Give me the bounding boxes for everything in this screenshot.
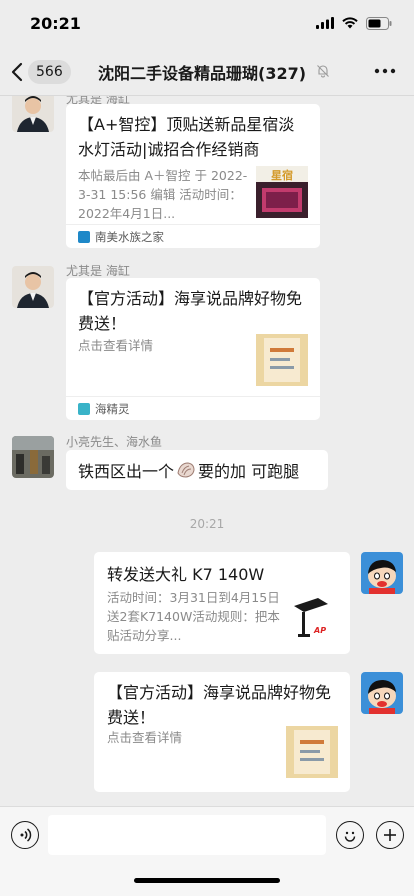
card-title: 【官方活动】海享说品牌好物免费送！ [107,683,332,727]
mute-bell-icon [317,65,329,78]
my-avatar[interactable] [361,552,403,594]
sender-name: 小亮先生、海水鱼 [66,435,163,449]
chat-header: 566 沈阳二手设备精品珊瑚(327) [0,46,414,96]
card-description: 点击查看详情 [78,338,154,353]
source-name: 南美水族之家 [95,229,164,244]
product-thumbnail-icon [256,334,308,386]
gym-photo-avatar-icon [12,436,54,478]
card-thumbnail: AP [288,590,340,642]
message-input[interactable] [48,815,326,855]
card-description: 活动时间：3月31日到4月15日送2套K7140W活动规则：把本贴活动分享... [107,590,280,643]
card-description: 点击查看详情 [107,730,183,745]
battery-icon [366,16,392,30]
emoji-button[interactable] [336,821,364,849]
status-time: 20:21 [30,14,81,33]
avatar[interactable] [12,436,54,478]
status-icons [316,15,392,31]
my-avatar[interactable] [361,672,403,714]
message-text-end: 要的加 可跑腿 [198,462,300,481]
message-text: 铁西区出一个 [78,462,175,481]
cartoon-boy-avatar-icon [361,552,403,594]
avatar[interactable] [12,96,54,132]
wifi-icon [342,17,358,29]
card-title: 转发送大礼 K7 140W [107,565,265,584]
back-button[interactable]: 566 [10,59,74,85]
card-title: 【官方活动】海享说品牌好物免费送！ [78,289,303,333]
avatar[interactable] [12,266,54,308]
card-thumbnail [256,334,308,386]
card-title: 【A+智控】顶贴送新品星宿淡水灯活动|诚招合作经销商 [78,115,295,159]
link-card[interactable]: 【官方活动】海享说品牌好物免费送！ 点击查看详情 海精灵 [66,278,320,420]
thumbnail-label: 星宿 [271,169,293,182]
source-logo-icon [78,402,90,415]
signal-icon [316,17,334,29]
person-avatar-icon [12,266,54,308]
card-source: 南美水族之家 [66,224,320,248]
link-card[interactable]: 【A+智控】顶贴送新品星宿淡水灯活动|诚招合作经销商 本帖最后由 A＋智控 于 … [66,104,320,248]
sender-name: 尤其是 海缸 [66,264,130,278]
plus-icon [384,829,396,841]
card-thumbnail: 星宿 [256,166,308,218]
card-source: 海精灵 [66,396,320,420]
link-card[interactable]: 转发送大礼 K7 140W 活动时间：3月31日到4月15日送2套K7140W活… [94,552,350,654]
text-message[interactable]: 铁西区出一个 要的加 可跑腿 [66,450,328,490]
more-functions-button[interactable] [376,821,404,849]
more-dots-icon[interactable] [374,64,396,78]
chat-area[interactable]: 尤其是 海缸 【A+智控】顶贴送新品星宿淡水灯活动|诚招合作经销商 本帖最后由 … [0,96,414,806]
link-card[interactable]: 【官方活动】海享说品牌好物免费送！ 点击查看详情 [94,672,350,792]
unread-count-badge: 566 [28,60,71,84]
status-bar: 20:21 [0,0,414,46]
product-thumbnail-icon [286,726,338,778]
seashell-emoji-icon [177,462,195,478]
card-thumbnail [286,726,338,778]
voice-button[interactable] [11,821,39,849]
chevron-left-icon [11,62,23,82]
cartoon-boy-avatar-icon [361,672,403,714]
smiley-icon [344,831,356,842]
card-description: 本帖最后由 A＋智控 于 2022-3-31 15:56 编辑 活动时间：202… [78,168,248,221]
thumbnail-label: AP [314,626,327,635]
source-logo-icon [78,230,90,243]
source-name: 海精灵 [95,401,130,416]
person-avatar-icon [12,96,54,132]
voice-icon [20,828,32,842]
timestamp: 20:21 [189,517,225,531]
group-title: 沈阳二手设备精品珊瑚(327) [98,64,307,83]
home-indicator [134,878,280,883]
